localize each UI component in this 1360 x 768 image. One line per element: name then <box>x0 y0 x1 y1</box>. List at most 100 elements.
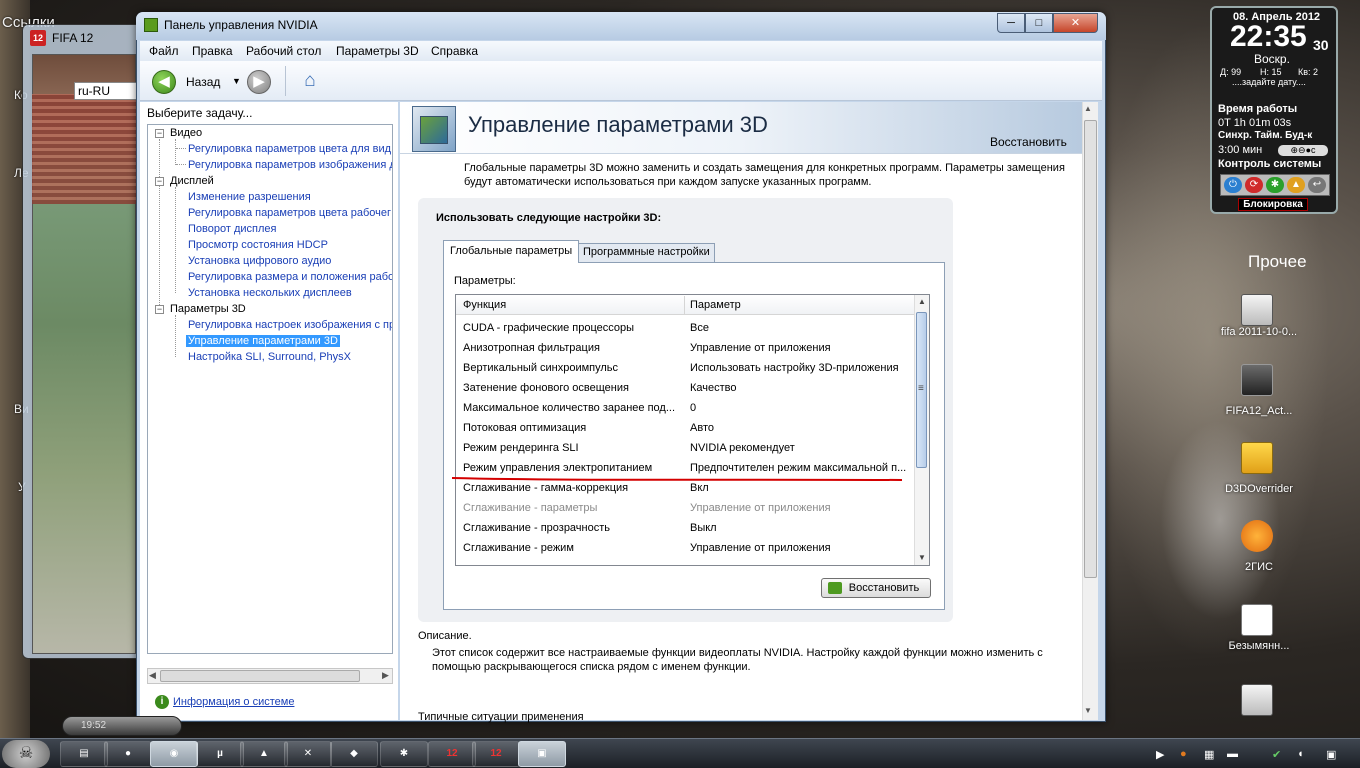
desktop-icon-label[interactable]: Безымянн... <box>1214 640 1304 652</box>
desktop-icon-label[interactable]: 2ГИС <box>1214 561 1304 573</box>
tree-collapse-toggle[interactable]: − <box>155 305 164 314</box>
scroll-up-icon[interactable]: ▲ <box>918 297 926 306</box>
table-row[interactable]: Сглаживание - прозрачность Выкл <box>456 518 914 538</box>
task-link[interactable]: Установка цифрового аудио <box>188 255 331 267</box>
task-link[interactable]: Регулировка размера и положения рабо <box>188 271 392 283</box>
system-info-link[interactable]: Информация о системе <box>173 696 294 708</box>
gadget-set-date[interactable]: ....задайте дату.... <box>1232 77 1306 87</box>
restart-icon[interactable]: ⟳ <box>1245 177 1263 193</box>
tab-program-settings[interactable]: Программные настройки <box>578 243 715 262</box>
menu-file[interactable]: Файл <box>149 44 179 58</box>
tree-group-display[interactable]: Дисплей <box>170 175 214 187</box>
network-icon[interactable]: ▦ <box>1204 748 1214 761</box>
task-link[interactable]: Просмотр состояния HDCP <box>188 239 328 251</box>
tab-global-settings[interactable]: Глобальные параметры <box>443 240 580 263</box>
app-icon[interactable]: ✕ <box>284 741 332 767</box>
table-row[interactable]: CUDA - графические процессоры Все <box>456 318 914 338</box>
sleep-icon[interactable]: ✱ <box>1266 177 1284 193</box>
fifa-taskbar-icon[interactable]: 12 <box>472 741 520 767</box>
close-button[interactable]: ✕ <box>1053 13 1098 33</box>
task-link[interactable]: Изменение разрешения <box>188 191 311 203</box>
menu-edit[interactable]: Правка <box>192 44 233 58</box>
info-icon[interactable]: i <box>155 695 169 709</box>
task-link[interactable]: Регулировка параметров цвета для вид <box>188 143 391 155</box>
fifa-language-input[interactable]: ru-RU <box>74 82 138 100</box>
task-link[interactable]: Настройка SLI, Surround, PhysX <box>188 351 351 363</box>
minimize-button[interactable]: ─ <box>997 13 1025 33</box>
tray-expand-icon[interactable]: ▶ <box>1156 748 1164 761</box>
row-value[interactable]: Предпочтителен режим максимальной п... <box>690 462 910 474</box>
table-row[interactable]: Режим рендеринга SLI NVIDIA рекомендует <box>456 438 914 458</box>
scrollbar-thumb[interactable] <box>160 670 360 682</box>
back-dropdown-icon[interactable]: ▼ <box>232 76 241 86</box>
desktop-icon-label[interactable]: D3DOverrider <box>1214 483 1304 495</box>
display-icon[interactable]: ▣ <box>1326 748 1336 761</box>
table-row[interactable]: Сглаживание - параметры Управление от при… <box>456 498 914 518</box>
lock-icon[interactable]: ▲ <box>1287 177 1305 193</box>
row-value[interactable]: Управление от приложения <box>690 542 910 554</box>
volume-icon[interactable]: ◖ <box>1297 748 1304 760</box>
back-button-label[interactable]: Назад <box>186 75 220 89</box>
menu-help[interactable]: Справка <box>431 44 478 58</box>
column-header-feature[interactable]: Функция <box>463 299 506 311</box>
table-row[interactable]: Вертикальный синхроимпульс Использовать н… <box>456 358 914 378</box>
row-value[interactable]: Управление от приложения <box>690 342 910 354</box>
row-value[interactable]: Качество <box>690 382 910 394</box>
start-skull-icon[interactable]: ☠ <box>2 740 50 768</box>
scroll-left-icon[interactable]: ◀ <box>149 670 156 681</box>
explorer-icon[interactable]: ▤ <box>60 741 108 767</box>
scroll-down-icon[interactable]: ▼ <box>918 553 926 562</box>
folder-icon[interactable] <box>1241 442 1273 474</box>
forward-arrow-icon[interactable]: ▶ <box>247 70 271 94</box>
app-icon[interactable]: ◆ <box>330 741 378 767</box>
task-link[interactable]: Регулировка параметров цвета рабочег <box>188 207 391 219</box>
tree-group-video[interactable]: Видео <box>170 127 202 139</box>
column-separator[interactable] <box>684 296 685 314</box>
table-row[interactable]: Сглаживание - режим Управление от приложе… <box>456 538 914 558</box>
scrollbar-thumb[interactable] <box>1084 120 1097 578</box>
image-file-icon[interactable] <box>1241 604 1273 636</box>
tree-group-3d[interactable]: Параметры 3D <box>170 303 246 315</box>
gadget-lock-label[interactable]: Блокировка <box>1238 198 1308 211</box>
row-value[interactable]: Вкл <box>690 482 910 494</box>
logoff-icon[interactable]: ↩ <box>1308 177 1326 193</box>
task-link-selected[interactable]: Управление параметрами 3D <box>186 335 340 347</box>
table-row[interactable]: Потоковая оптимизация Авто <box>456 418 914 438</box>
utorrent-icon[interactable]: µ <box>196 741 244 767</box>
row-value[interactable]: Выкл <box>690 522 910 534</box>
row-value[interactable]: 0 <box>690 402 910 414</box>
2gis-icon[interactable] <box>1241 520 1273 552</box>
home-icon[interactable]: ⌂ <box>298 70 322 92</box>
fifa-activator-icon[interactable] <box>1241 364 1273 396</box>
row-value[interactable]: Все <box>690 322 910 334</box>
gadget-sync-row[interactable]: Синхр. Тайм. Буд-к <box>1218 130 1312 141</box>
scroll-right-icon[interactable]: ▶ <box>382 670 389 681</box>
column-header-value[interactable]: Параметр <box>690 299 741 311</box>
scroll-up-icon[interactable]: ▲ <box>1084 104 1092 113</box>
header-restore-link[interactable]: Восстановить <box>990 135 1067 149</box>
video-file-icon[interactable] <box>1241 294 1273 326</box>
desktop-icon-label[interactable]: FIFA12_Act... <box>1214 405 1304 417</box>
app-icon[interactable]: ▲ <box>240 741 288 767</box>
task-link[interactable]: Установка нескольких дисплеев <box>188 287 352 299</box>
task-link[interactable]: Поворот дисплея <box>188 223 276 235</box>
row-value[interactable]: Управление от приложения <box>690 502 910 514</box>
utorrent-tray-icon[interactable]: ✔ <box>1272 748 1281 761</box>
row-value[interactable]: Использовать настройку 3D-приложения <box>690 362 910 374</box>
firefox-icon[interactable]: ● <box>104 741 152 767</box>
tree-collapse-toggle[interactable]: − <box>155 129 164 138</box>
video-file-icon[interactable] <box>1241 684 1273 716</box>
maximize-button[interactable]: □ <box>1025 13 1053 33</box>
task-link[interactable]: Регулировка настроек изображения с пр <box>188 319 392 331</box>
gadget-timer-controls[interactable]: ⊕⊖●c <box>1278 145 1328 156</box>
back-arrow-icon[interactable]: ◀ <box>152 70 176 94</box>
language-flag-icon[interactable]: ▬ <box>1227 748 1238 760</box>
nvidia-taskbar-icon[interactable]: ▣ <box>518 741 566 767</box>
desktop-icon-label[interactable]: fifa 2011-10-0... <box>1214 326 1304 338</box>
task-link[interactable]: Регулировка параметров изображения д <box>188 159 392 171</box>
menu-desktop[interactable]: Рабочий стол <box>246 44 321 58</box>
tray-app-icon[interactable]: ● <box>1180 748 1187 760</box>
power-icon[interactable]: ⏻ <box>1224 177 1242 193</box>
menu-3d-settings[interactable]: Параметры 3D <box>336 44 419 58</box>
scroll-down-icon[interactable]: ▼ <box>1084 706 1092 715</box>
